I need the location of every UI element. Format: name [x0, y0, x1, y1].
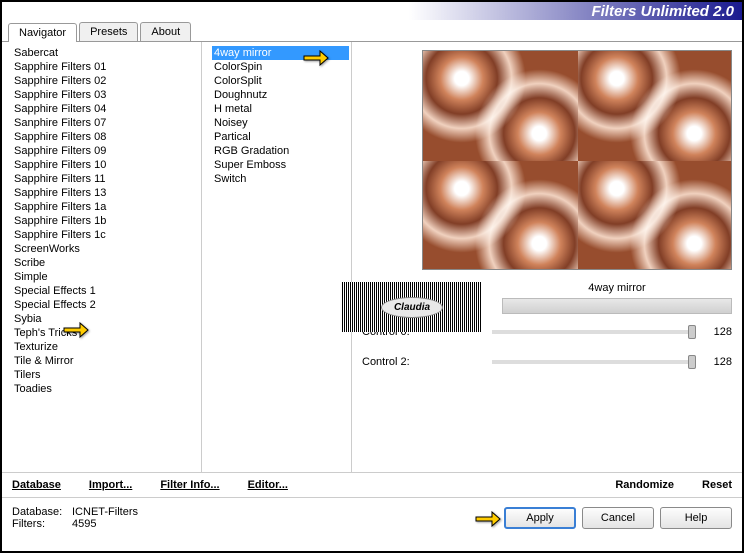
db-label: Database:: [12, 506, 72, 518]
footer-info: Database:ICNET-Filters Filters:4595: [12, 506, 498, 530]
list-item[interactable]: Partical: [212, 130, 349, 144]
list-item[interactable]: Sapphire Filters 09: [12, 144, 199, 158]
help-button[interactable]: Help: [660, 507, 732, 529]
editor-link[interactable]: Editor...: [248, 479, 288, 491]
list-item[interactable]: Sapphire Filters 1a: [12, 200, 199, 214]
apply-button[interactable]: Apply: [504, 507, 576, 529]
list-item[interactable]: Sapphire Filters 13: [12, 186, 199, 200]
filter-panel: 4way mirrorColorSpinColorSplitDoughnutzH…: [202, 42, 352, 472]
preview-image: [422, 50, 732, 270]
list-item[interactable]: 4way mirror: [212, 46, 349, 60]
filters-value: 4595: [72, 518, 96, 530]
list-item[interactable]: Texturize: [12, 340, 199, 354]
list-item[interactable]: ScreenWorks: [12, 242, 199, 256]
list-item[interactable]: Special Effects 2: [12, 298, 199, 312]
preview-panel: Claudia 4way mirror Control 0: 128 Contr…: [352, 42, 742, 472]
list-item[interactable]: Simple: [12, 270, 199, 284]
list-item[interactable]: Sapphire Filters 1c: [12, 228, 199, 242]
list-item[interactable]: Sapphire Filters 04: [12, 102, 199, 116]
import-link[interactable]: Import...: [89, 479, 132, 491]
list-item[interactable]: Sybia: [12, 312, 199, 326]
list-item[interactable]: Teph's Tricks: [12, 326, 199, 340]
list-item[interactable]: Special Effects 1: [12, 284, 199, 298]
control-0-slider[interactable]: [492, 330, 692, 334]
list-item[interactable]: Sapphire Filters 03: [12, 88, 199, 102]
list-item[interactable]: Toadies: [12, 382, 199, 396]
toolbar: Database Import... Filter Info... Editor…: [2, 472, 742, 498]
list-item[interactable]: Sanphire Filters 07: [12, 116, 199, 130]
list-item[interactable]: Sabercat: [12, 46, 199, 60]
tab-about[interactable]: About: [140, 22, 191, 41]
list-item[interactable]: ColorSplit: [212, 74, 349, 88]
tab-navigator[interactable]: Navigator: [8, 23, 77, 42]
title-bar: Filters Unlimited 2.0: [2, 2, 742, 20]
filterinfo-link[interactable]: Filter Info...: [160, 479, 219, 491]
list-item[interactable]: H metal: [212, 102, 349, 116]
randomize-link[interactable]: Randomize: [615, 479, 674, 491]
list-item[interactable]: RGB Gradation: [212, 144, 349, 158]
list-item[interactable]: Sapphire Filters 10: [12, 158, 199, 172]
app-title: Filters Unlimited 2.0: [591, 3, 734, 20]
list-item[interactable]: Sapphire Filters 11: [12, 172, 199, 186]
main-area: SabercatSapphire Filters 01Sapphire Filt…: [2, 42, 742, 472]
slider-thumb[interactable]: [688, 355, 696, 369]
filter-title: 4way mirror: [502, 282, 732, 294]
category-panel: SabercatSapphire Filters 01Sapphire Filt…: [2, 42, 202, 472]
database-link[interactable]: Database: [12, 479, 61, 491]
slider-thumb[interactable]: [688, 325, 696, 339]
filters-label: Filters:: [12, 518, 72, 530]
list-item[interactable]: Sapphire Filters 02: [12, 74, 199, 88]
list-item[interactable]: Sapphire Filters 1b: [12, 214, 199, 228]
control-2-label: Control 2:: [362, 356, 482, 368]
control-2-slider[interactable]: [492, 360, 692, 364]
filter-list[interactable]: 4way mirrorColorSpinColorSplitDoughnutzH…: [202, 42, 351, 472]
category-list[interactable]: SabercatSapphire Filters 01Sapphire Filt…: [2, 42, 201, 472]
list-item[interactable]: Tilers: [12, 368, 199, 382]
list-item[interactable]: Tile & Mirror: [12, 354, 199, 368]
logo-text: Claudia: [381, 297, 443, 318]
reset-link[interactable]: Reset: [702, 479, 732, 491]
list-item[interactable]: ColorSpin: [212, 60, 349, 74]
list-item[interactable]: Sapphire Filters 08: [12, 130, 199, 144]
list-item[interactable]: Sapphire Filters 01: [12, 60, 199, 74]
footer: Database:ICNET-Filters Filters:4595 Appl…: [2, 498, 742, 538]
tab-presets[interactable]: Presets: [79, 22, 138, 41]
list-item[interactable]: Switch: [212, 172, 349, 186]
tab-bar: Navigator Presets About: [2, 22, 742, 42]
control-2-value: 128: [702, 356, 732, 368]
spacer: [316, 479, 587, 491]
list-item[interactable]: Doughnutz: [212, 88, 349, 102]
control-0-value: 128: [702, 326, 732, 338]
list-item[interactable]: Super Emboss: [212, 158, 349, 172]
list-item[interactable]: Scribe: [12, 256, 199, 270]
progress-bar: [502, 298, 732, 314]
logo-badge: Claudia: [342, 282, 482, 332]
list-item[interactable]: Noisey: [212, 116, 349, 130]
db-value: ICNET-Filters: [72, 506, 138, 518]
control-2-row: Control 2: 128: [362, 356, 732, 368]
cancel-button[interactable]: Cancel: [582, 507, 654, 529]
